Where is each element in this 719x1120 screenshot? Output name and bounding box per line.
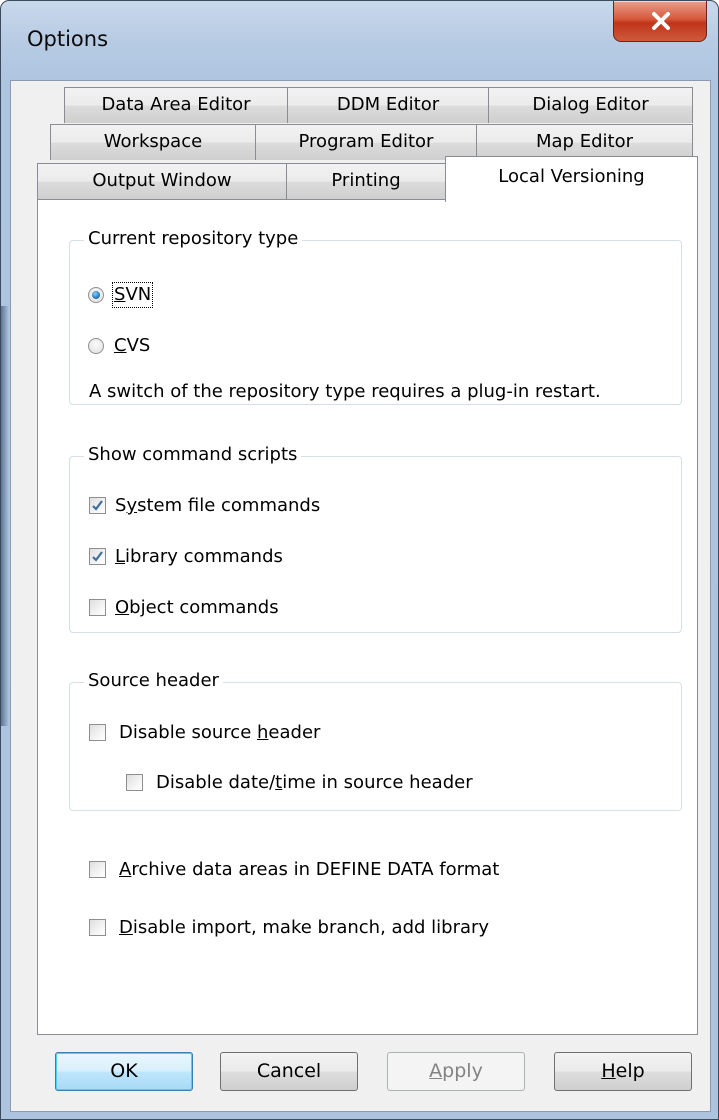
tab-ddm-editor[interactable]: DDM Editor: [287, 87, 489, 123]
object-commands-label[interactable]: Object commands: [115, 597, 279, 619]
local-versioning-page: Current repository type SVN CVS A switch…: [37, 199, 698, 1035]
checkmark-icon: [92, 551, 103, 562]
ok-button[interactable]: OK: [55, 1052, 193, 1091]
repository-restart-note: A switch of the repository type requires…: [89, 381, 601, 402]
library-commands-label[interactable]: Library commands: [115, 546, 283, 568]
window-shadow: [1, 306, 9, 726]
archive-define-data-box[interactable]: [89, 861, 106, 878]
cvs-radio-label[interactable]: CVS: [114, 335, 150, 357]
disable-datetime-box[interactable]: [126, 774, 143, 791]
library-commands-box[interactable]: [89, 548, 106, 565]
tab-dialog-editor[interactable]: Dialog Editor: [488, 87, 693, 123]
object-commands-box[interactable]: [89, 599, 106, 616]
tab-workspace[interactable]: Workspace: [50, 124, 256, 160]
archive-define-data-label[interactable]: Archive data areas in DEFINE DATA format: [119, 859, 499, 881]
command-scripts-label: Show command scripts: [84, 445, 302, 465]
tab-data-area-editor[interactable]: Data Area Editor: [64, 87, 288, 123]
checkmark-icon: [92, 500, 103, 511]
system-file-commands-box[interactable]: [89, 497, 106, 514]
tab-local-versioning[interactable]: Local Versioning: [445, 156, 698, 202]
svn-radio-circle[interactable]: [88, 287, 104, 303]
cvs-radio-circle[interactable]: [88, 338, 104, 354]
disable-import-box[interactable]: [89, 919, 106, 936]
window-title: Options: [27, 27, 109, 51]
tab-map-editor[interactable]: Map Editor: [476, 124, 693, 160]
cancel-button[interactable]: Cancel: [220, 1052, 358, 1091]
close-button[interactable]: [613, 1, 707, 42]
help-button[interactable]: Help: [554, 1052, 692, 1091]
options-dialog: Options Data Area Editor DDM Editor Dial…: [0, 0, 719, 1120]
source-header-label: Source header: [84, 671, 223, 691]
disable-source-header-label[interactable]: Disable source header: [119, 722, 320, 744]
system-file-commands-label[interactable]: System file commands: [115, 495, 320, 517]
apply-button[interactable]: Apply: [387, 1052, 525, 1091]
radio-selected-dot: [92, 291, 100, 299]
repository-type-label: Current repository type: [84, 229, 303, 249]
tab-output-window[interactable]: Output Window: [37, 163, 287, 199]
svn-radio-label[interactable]: SVN: [111, 282, 154, 308]
disable-import-label[interactable]: Disable import, make branch, add library: [119, 917, 489, 939]
tab-printing[interactable]: Printing: [286, 163, 446, 199]
title-bar[interactable]: Options: [1, 1, 718, 81]
close-icon: [652, 12, 670, 30]
disable-datetime-label[interactable]: Disable date/time in source header: [156, 772, 473, 794]
tab-program-editor[interactable]: Program Editor: [255, 124, 477, 160]
disable-source-header-box[interactable]: [89, 724, 106, 741]
